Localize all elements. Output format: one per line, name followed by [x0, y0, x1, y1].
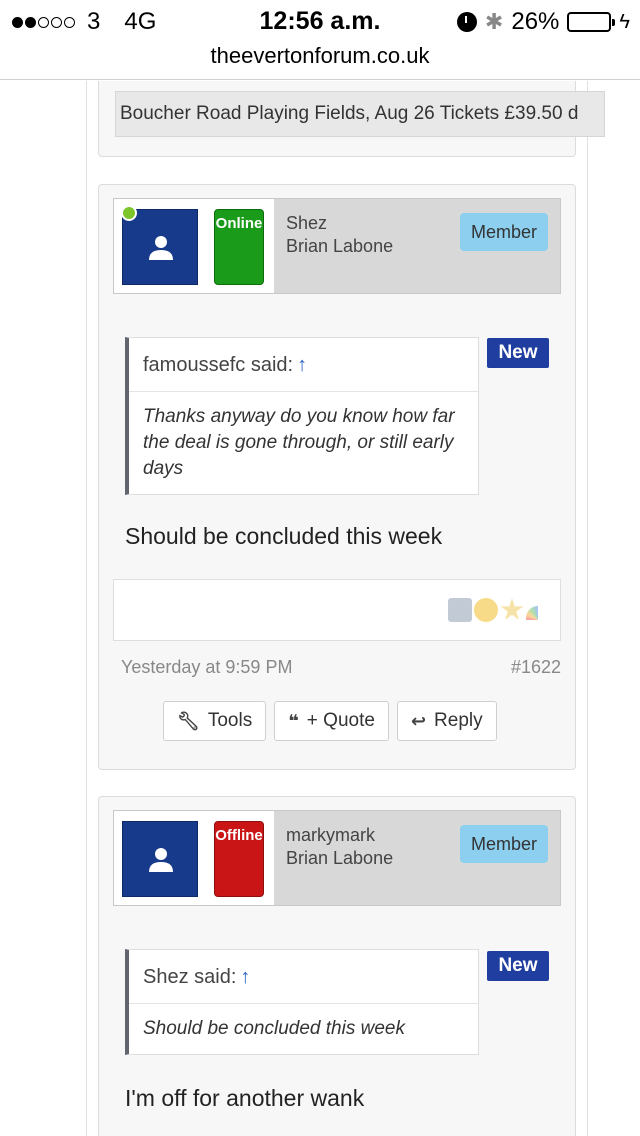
rainbow-reaction-icon[interactable]: [526, 606, 550, 620]
avatar[interactable]: [122, 821, 198, 897]
post-message: I'm off for another wank: [125, 1085, 365, 1111]
jump-to-quote-arrow-icon[interactable]: ↑: [297, 354, 307, 376]
quote-block: famoussefc said: ↑ Thanks anyway do you k…: [125, 337, 479, 495]
reactions-bar: [113, 579, 561, 641]
quote-author: Shez said:: [143, 966, 237, 988]
wrench-icon: 🔧︎: [177, 710, 200, 731]
bluetooth-icon: ✱: [484, 9, 504, 34]
laugh-reaction-icon[interactable]: [474, 598, 498, 622]
status-bar: 3 4G 12:56 a.m. ✱ 26% ϟ: [0, 0, 640, 40]
post-number[interactable]: #1622: [511, 657, 561, 678]
status-bar-right: ✱ 26% ϟ: [456, 8, 630, 36]
user-silhouette-icon: [149, 236, 173, 260]
reply-label: Reply: [434, 710, 483, 731]
post-actions: 🔧︎ Tools ❝ + Quote ↩ Reply: [163, 701, 497, 741]
forum-post: Offline markymark Brian Labone Member Ne…: [98, 796, 576, 1136]
quote-author: famoussefc said:: [143, 354, 294, 376]
quote-text: Should be concluded this week: [143, 1018, 405, 1039]
battery-icon: [567, 12, 616, 32]
user-info-bar: Online Shez Brian Labone Member: [113, 198, 561, 294]
url-bar[interactable]: theevertonforum.co.uk: [0, 40, 640, 80]
like-reaction-icon[interactable]: [448, 598, 472, 622]
quote-marks-icon: ❝: [288, 710, 299, 731]
forum-post: Online Shez Brian Labone Member New famo…: [98, 184, 576, 770]
alarm-icon: [456, 12, 477, 32]
member-badge: Member: [460, 825, 548, 863]
member-badge: Member: [460, 213, 548, 251]
post-date[interactable]: Yesterday at 9:59 PM: [121, 657, 292, 678]
battery-percent: 26%: [511, 8, 560, 35]
quote-header: famoussefc said: ↑: [129, 338, 478, 392]
reply-arrow-icon: ↩: [410, 710, 427, 731]
quote-text: Thanks anyway do you know how far the de…: [143, 406, 455, 479]
offline-status-badge: Offline: [214, 821, 264, 897]
new-badge: New: [487, 951, 549, 981]
event-banner[interactable]: Boucher Road Playing Fields, Aug 26 Tick…: [115, 91, 605, 137]
jump-to-quote-arrow-icon[interactable]: ↑: [240, 966, 250, 988]
previous-post: Boucher Road Playing Fields, Aug 26 Tick…: [98, 81, 605, 157]
post-message: Should be concluded this week: [125, 523, 443, 549]
user-silhouette-icon: [149, 848, 173, 872]
quote-header: Shez said: ↑: [129, 950, 478, 1004]
user-info-bar: Offline markymark Brian Labone Member: [113, 810, 561, 906]
avatar[interactable]: [122, 209, 198, 285]
star-reaction-icon[interactable]: [500, 598, 524, 620]
online-indicator-icon: [121, 205, 137, 221]
tools-label: Tools: [207, 710, 253, 731]
username[interactable]: markymark: [286, 825, 375, 846]
tools-button[interactable]: 🔧︎ Tools: [163, 701, 267, 741]
username[interactable]: Shez: [286, 213, 327, 234]
quote-block: Shez said: ↑ Should be concluded this wee…: [125, 949, 479, 1055]
reply-button[interactable]: ↩ Reply: [396, 701, 497, 741]
quote-button[interactable]: ❝ + Quote: [274, 701, 389, 741]
online-status-badge: Online: [214, 209, 264, 285]
charging-bolt-icon: ϟ: [619, 10, 630, 33]
quote-label: + Quote: [306, 710, 375, 731]
new-badge: New: [487, 338, 549, 368]
user-title: Brian Labone: [286, 236, 394, 256]
user-title: Brian Labone: [286, 848, 394, 868]
